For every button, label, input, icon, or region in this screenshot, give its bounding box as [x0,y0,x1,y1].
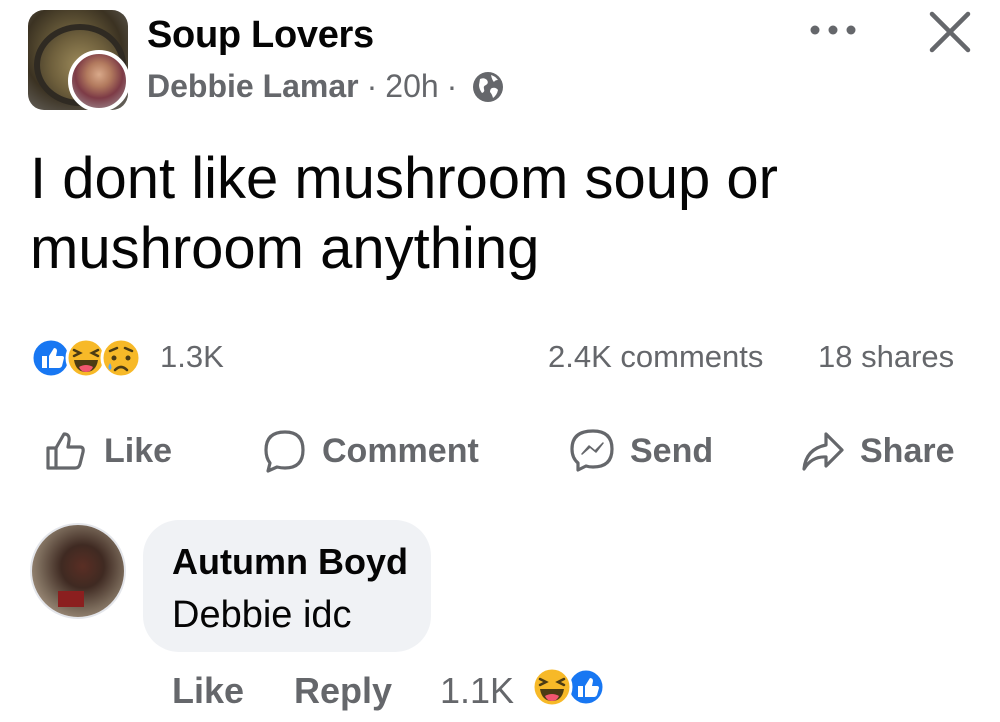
haha-icon [65,337,107,379]
group-name[interactable]: Soup Lovers [147,14,374,57]
like-icon [531,666,573,708]
post-time[interactable]: 20h [385,68,438,105]
more-options-icon[interactable] [808,18,858,42]
meta-separator-2: · [446,68,458,104]
commenter-avatar[interactable] [30,523,126,619]
globe-icon [473,71,504,102]
comment-author[interactable]: Autumn Boyd [172,541,408,583]
post-text: I dont like mushroom soup or mushroom an… [30,146,778,281]
messenger-icon [570,429,614,472]
share-button[interactable]: Share [800,426,955,476]
share-label: Share [860,431,955,470]
reaction-icons[interactable] [30,337,152,379]
sad-icon [100,337,142,379]
like-button[interactable]: Like [44,426,172,476]
share-arrow-icon [802,432,844,471]
comment-bubble-icon [264,430,305,473]
reaction-count[interactable]: 1.3K [160,339,224,375]
thumbs-up-icon [46,432,85,470]
comment-reaction-count[interactable]: 1.1K [440,670,514,712]
close-icon[interactable] [928,10,972,54]
like-icon [30,337,72,379]
comment-button[interactable]: Comment [262,426,479,476]
author-name[interactable]: Debbie Lamar [147,68,359,105]
meta-separator: · [366,68,378,104]
comment-reaction-icons[interactable] [528,666,610,708]
shares-count[interactable]: 18 shares [818,339,954,375]
send-label: Send [630,431,714,470]
haha-icon [566,667,606,707]
author-avatar[interactable] [68,50,130,112]
comment-reply-button[interactable]: Reply [294,670,392,712]
send-button[interactable]: Send [570,426,713,476]
comments-count[interactable]: 2.4K comments [548,339,763,375]
comment-like-button[interactable]: Like [172,670,244,712]
like-label: Like [104,431,173,470]
post-meta: Debbie Lamar · 20h · [147,68,505,105]
comment-text: Debbie idc [172,594,352,636]
comment-label: Comment [322,431,479,470]
